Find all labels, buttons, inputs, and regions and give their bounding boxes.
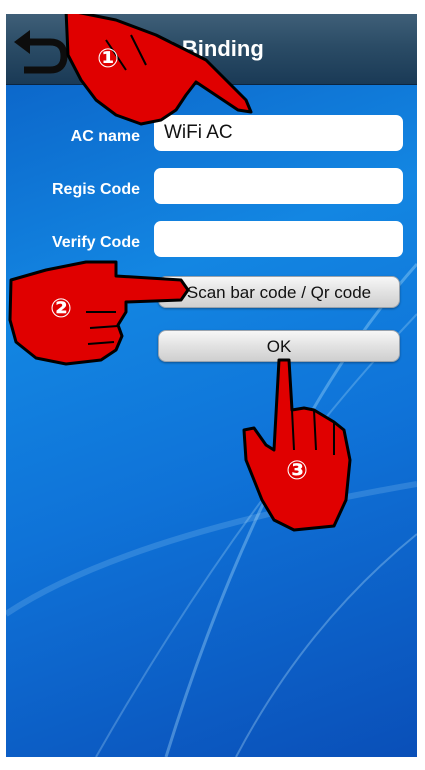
back-arrow-icon — [14, 30, 68, 74]
step-3-badge: ③ — [286, 456, 309, 486]
verify-code-label: Verify Code — [51, 234, 140, 251]
back-button[interactable] — [12, 24, 70, 76]
ac-name-label: AC name — [70, 128, 140, 145]
regis-code-label: Regis Code — [51, 181, 140, 198]
regis-code-input[interactable] — [154, 168, 403, 204]
pointing-hand-icon-3 — [242, 358, 352, 532]
ok-button[interactable]: OK — [158, 330, 400, 362]
ac-name-input[interactable] — [154, 115, 403, 151]
step-2-badge: ② — [50, 294, 73, 324]
app-screen: AC Binding AC name Regis Code Verify Cod… — [6, 14, 417, 757]
header-bar: AC Binding — [6, 14, 417, 85]
step-1-badge: ① — [97, 44, 120, 74]
verify-code-input[interactable] — [154, 221, 403, 257]
scan-code-button[interactable]: Scan bar code / Qr code — [158, 276, 400, 308]
page-title: AC Binding — [144, 36, 264, 61]
